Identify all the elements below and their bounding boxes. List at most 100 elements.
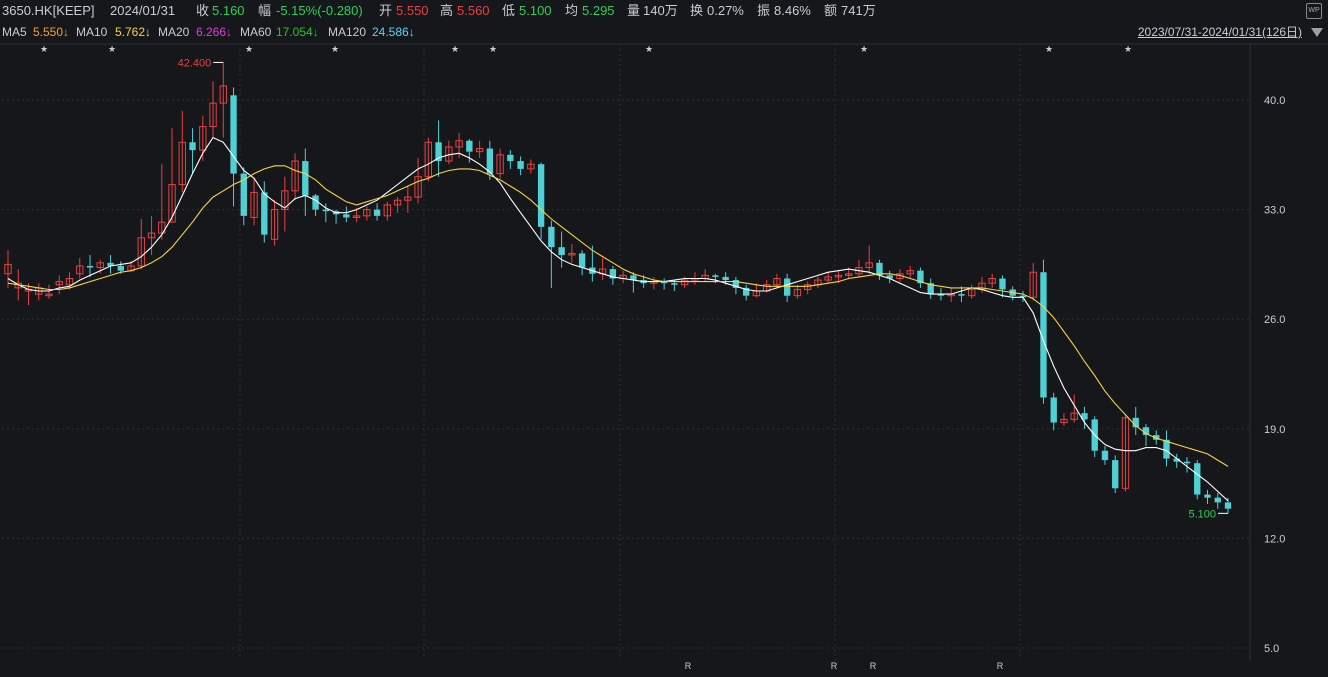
candle-body-down bbox=[1112, 460, 1119, 489]
candle-body-up bbox=[814, 279, 822, 286]
candle-body-up bbox=[14, 282, 22, 289]
candle-body-up bbox=[96, 262, 104, 269]
star-marker: ★ bbox=[40, 45, 48, 55]
star-marker: ★ bbox=[1124, 45, 1132, 55]
ma60-label: MA60 bbox=[240, 25, 272, 39]
candle-body-up bbox=[250, 191, 258, 218]
candle-body-up bbox=[496, 154, 504, 175]
volume-label: 量 bbox=[627, 3, 641, 18]
candle-body-up bbox=[752, 290, 761, 297]
markers: ★ ★ ★ ★ ★ ★ ★ ★ ★ ★ R R R R bbox=[40, 45, 1132, 671]
candle-body-down bbox=[558, 247, 565, 256]
star-marker: ★ bbox=[645, 45, 653, 55]
candle-body-down bbox=[189, 142, 196, 151]
candle-body-down bbox=[999, 278, 1006, 290]
open-value: 5.550 bbox=[396, 3, 429, 18]
candle-body-up bbox=[1121, 417, 1130, 489]
candle-body-down bbox=[107, 262, 114, 266]
grid bbox=[0, 43, 1328, 660]
ma20-label: MA20 bbox=[158, 25, 190, 39]
candle-body-up bbox=[568, 252, 576, 256]
candle-body-down bbox=[1224, 502, 1232, 509]
candle-body-down bbox=[517, 161, 524, 169]
candle-body-down bbox=[958, 294, 965, 296]
candle-body-down bbox=[1019, 295, 1027, 298]
candle-body-down bbox=[671, 283, 678, 285]
candle-body-down bbox=[660, 281, 668, 284]
ma5-value: 5.550↓ bbox=[33, 25, 70, 39]
high-label: 高 bbox=[440, 3, 454, 18]
candle-body-up bbox=[650, 281, 658, 284]
open-label: 开 bbox=[379, 3, 393, 18]
candle-body-down bbox=[332, 211, 340, 215]
amount-value: 741万 bbox=[841, 3, 876, 18]
candle-body-up bbox=[947, 293, 955, 297]
symbol[interactable]: 3650.HK[KEEP] bbox=[2, 0, 95, 22]
candle-body-down bbox=[732, 280, 740, 288]
ma20-value: 6.266↓ bbox=[196, 25, 233, 39]
candle-body-up bbox=[762, 284, 771, 292]
candle-body-up bbox=[352, 215, 361, 218]
candle-body-up bbox=[281, 190, 289, 211]
change-label: 幅 bbox=[258, 3, 272, 18]
close-value: 5.160 bbox=[212, 3, 245, 18]
candle-body-up bbox=[803, 284, 812, 290]
date-range[interactable]: 2023/07/31-2024/01/31(126日) bbox=[1138, 22, 1302, 42]
candle-body-up bbox=[968, 288, 976, 297]
low-value: 5.100 bbox=[519, 3, 552, 18]
star-marker: ★ bbox=[451, 45, 459, 55]
candle-body-down bbox=[373, 209, 381, 216]
star-marker: ★ bbox=[860, 45, 868, 55]
wp-icon[interactable]: WP bbox=[1306, 3, 1322, 19]
candle-body-down bbox=[240, 173, 247, 216]
candle-body-down bbox=[548, 226, 555, 248]
high-value: 5.560 bbox=[457, 3, 490, 18]
candle-body-down bbox=[1204, 494, 1211, 498]
candle-body-up bbox=[393, 199, 402, 206]
candle-body-up bbox=[414, 176, 422, 198]
candle-body-down bbox=[1091, 419, 1098, 451]
candle-body-down bbox=[1183, 461, 1191, 464]
y-tick-label: 26.0 bbox=[1264, 314, 1285, 326]
candle-body-up bbox=[865, 262, 873, 269]
ma-legend: MA5 5.550↓ MA10 5.762↓ MA20 6.266↓ MA60 … bbox=[0, 22, 1328, 42]
candle-body-down bbox=[1101, 450, 1109, 461]
candle-body-up bbox=[834, 274, 843, 278]
dropdown-arrow-icon[interactable] bbox=[1310, 27, 1324, 39]
star-marker: ★ bbox=[1045, 45, 1053, 55]
amplitude-label: 振 bbox=[757, 3, 771, 18]
candle-body-up bbox=[35, 287, 43, 295]
candle-body-down bbox=[1050, 397, 1057, 423]
candle-body-up bbox=[4, 263, 12, 275]
avg-label: 均 bbox=[565, 3, 579, 18]
candle-body-up bbox=[701, 274, 709, 279]
candle-body-up bbox=[65, 277, 74, 286]
candle-body-down bbox=[742, 287, 750, 296]
ma60-value: 17.054↓ bbox=[276, 25, 319, 39]
candle-body-down bbox=[86, 265, 94, 268]
star-marker: ★ bbox=[245, 45, 253, 55]
candle-body-up bbox=[363, 209, 371, 217]
candle-body-down bbox=[1142, 427, 1150, 436]
y-tick-label: 12.0 bbox=[1264, 533, 1285, 545]
ma5-line bbox=[7, 136, 1229, 502]
candles bbox=[4, 62, 1232, 514]
candle-body-down bbox=[1173, 458, 1180, 462]
candle-body-down bbox=[435, 142, 442, 162]
candle-body-down bbox=[1153, 435, 1160, 440]
candle-body-up bbox=[1060, 418, 1068, 424]
ma10-label: MA10 bbox=[76, 25, 108, 39]
candle-body-up bbox=[824, 276, 832, 281]
y-tick-label: 33.0 bbox=[1264, 205, 1285, 217]
volume-value: 140万 bbox=[643, 3, 678, 18]
r-marker: R bbox=[997, 661, 1004, 671]
close-label: 收 bbox=[196, 3, 210, 18]
ma120-value: 24.586↓ bbox=[372, 25, 415, 39]
y-tick-label: 19.0 bbox=[1264, 424, 1285, 436]
amplitude-value: 8.46% bbox=[774, 3, 811, 18]
candle-body-down bbox=[537, 164, 545, 227]
candle-body-down bbox=[1194, 463, 1201, 495]
candle-body-up bbox=[680, 279, 689, 286]
candle-body-up bbox=[978, 282, 986, 290]
candlestick-chart[interactable]: ★ ★ ★ ★ ★ ★ ★ ★ ★ ★ R R R R 40.0 33.0 26.0 19.0 12.0 5.0 4… bbox=[0, 0, 1328, 677]
